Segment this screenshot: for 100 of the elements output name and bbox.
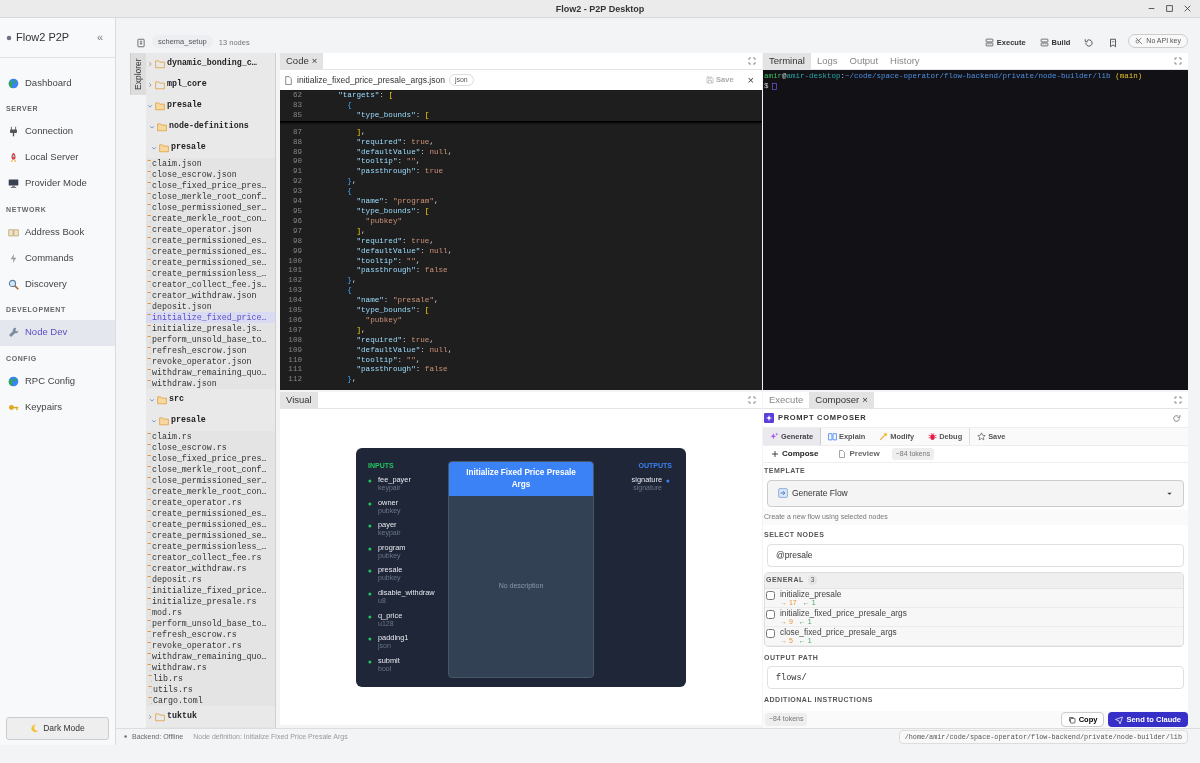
grid-icon [984,37,994,47]
file-item[interactable]: creator_collect_fee.js… [146,279,275,290]
panel-tab[interactable]: Execute [763,392,810,408]
file-item[interactable]: claim.rs [146,431,275,442]
globe-icon [8,77,19,89]
refresh-icon [1172,413,1181,423]
file-item[interactable]: close_fixed_price_pres… [146,180,275,191]
file-item[interactable]: create_permissionless_… [146,268,275,279]
file-item[interactable]: withdraw.json [146,378,275,389]
file-item[interactable]: claim.json [146,158,275,169]
file-item[interactable]: withdraw.rs [146,662,275,673]
nav-item[interactable]: Commands [0,245,115,271]
file-item[interactable]: close_escrow.json [146,169,275,180]
file-item[interactable]: create_permissionless_… [146,541,275,552]
panel-tab[interactable]: Logs [810,53,844,69]
output-path-field[interactable]: flows/ [767,666,1184,689]
file-item[interactable]: create_permissioned_se… [146,257,275,268]
file-item[interactable]: creator_withdraw.json [146,290,275,301]
file-item[interactable]: create_permissioned_es… [146,508,275,519]
panel-toggle-icon [136,38,146,48]
file-item[interactable]: create_merkle_root_con… [146,213,275,224]
file-item[interactable]: lib.rs [146,673,275,684]
status-dot [6,34,12,41]
file-item[interactable]: revoke_operator.json [146,356,275,367]
nav-item[interactable]: Keypairs [0,394,115,420]
file-item[interactable]: creator_withdraw.rs [146,563,275,574]
nav-item[interactable]: Node Dev [0,319,115,346]
explorer-tab[interactable]: Explorer [130,53,146,95]
file-item[interactable]: initialize_fixed_price… [146,585,275,596]
grid-icon [1039,37,1049,47]
file-item[interactable]: create_merkle_root_con… [146,486,275,497]
port-dot [368,501,374,508]
tab-close-button[interactable]: × [862,392,868,408]
file-item[interactable]: create_permissioned_se… [146,530,275,541]
folder-item[interactable]: src [146,389,275,410]
node-name: initialize_presale [780,588,842,599]
checkbox[interactable] [766,628,775,638]
close-icon [1183,4,1192,13]
nav-item[interactable]: Address Book [0,219,115,245]
file-item[interactable]: initialize_presale.rs [146,596,275,607]
panel-tab[interactable]: Composer × [809,392,874,408]
nav-item[interactable]: Connection [0,118,115,145]
file-item[interactable]: close_fixed_price_pres… [146,453,275,464]
copy-icon [1067,715,1076,724]
file-item[interactable]: close_merkle_root_conf… [146,191,275,202]
file-item[interactable]: create_permissioned_es… [146,235,275,246]
folder-item[interactable]: presale [146,95,275,116]
file-item[interactable]: deposit.rs [146,574,275,585]
file-item[interactable]: mod.rs [146,607,275,618]
folder-item[interactable]: presale [146,137,275,158]
file-item[interactable]: create_permissioned_es… [146,519,275,530]
view-tab[interactable]: Preview [830,448,888,460]
folder-item[interactable]: dynamic_bonding_c… [146,53,275,74]
file-item[interactable]: create_operator.json [146,224,275,235]
folder-item[interactable]: presale [146,410,275,431]
file-item[interactable]: create_operator.rs [146,497,275,508]
view-tab[interactable]: Compose [763,448,827,460]
checkbox[interactable] [766,590,775,600]
node-search-field[interactable]: @presale [767,543,1184,567]
file-item[interactable]: revoke_operator.rs [146,640,275,651]
tab-close-button[interactable]: × [311,53,318,69]
panel-tab[interactable]: Output [843,53,885,69]
dark-mode-button[interactable]: Dark Mode [6,717,109,740]
file-item[interactable]: refresh_escrow.json [146,345,275,356]
panel-tab[interactable]: Visual [280,392,318,408]
file-item[interactable]: refresh_escrow.rs [146,629,275,640]
folder-item[interactable]: tuktuk [146,706,275,727]
folder-item[interactable]: mpl_core [146,74,275,95]
file-item[interactable]: creator_collect_fee.rs [146,552,275,563]
nav-item[interactable]: RPC Config [0,368,115,394]
file-item[interactable]: perform_unsold_base_to… [146,334,275,345]
file-item[interactable]: close_permissioned_ser… [146,475,275,486]
file-icon [284,75,293,85]
file-item[interactable]: initialize_fixed_price… [146,312,275,323]
file-item[interactable]: utils.rs [146,684,275,695]
maximize-icon [1165,4,1174,13]
file-item[interactable]: initialize_presale.js… [146,323,275,334]
file-item[interactable]: deposit.json [146,301,275,312]
panel-tab[interactable]: History [884,53,926,69]
expand-icon [748,57,756,65]
file-item[interactable]: withdraw_remaining_quo… [146,651,275,662]
file-item[interactable]: Cargo.toml [146,695,275,706]
nav-item[interactable]: Provider Mode [0,170,115,197]
file-item[interactable]: close_escrow.rs [146,442,275,453]
editor-tab[interactable]: Code × [280,53,324,69]
template-dropdown[interactable]: Generate Flow [767,479,1184,507]
collapse-button[interactable]: « [90,29,109,46]
nav-item[interactable]: Dashboard [0,70,115,96]
checkbox[interactable] [766,609,775,619]
file-item[interactable]: close_merkle_root_conf… [146,464,275,475]
nav-item[interactable]: Discovery [0,271,115,297]
nav-item[interactable]: Local Server [0,144,115,171]
folder-item[interactable]: node-definitions [146,116,275,137]
close-button[interactable]: × [743,71,758,89]
file-item[interactable]: create_permissioned_es… [146,246,275,257]
panel-tab[interactable]: Terminal [763,53,811,69]
expand-icon [1174,396,1182,404]
file-item[interactable]: close_permissioned_ser… [146,202,275,213]
file-item[interactable]: perform_unsold_base_to… [146,618,275,629]
file-item[interactable]: withdraw_remaining_quo… [146,367,275,378]
